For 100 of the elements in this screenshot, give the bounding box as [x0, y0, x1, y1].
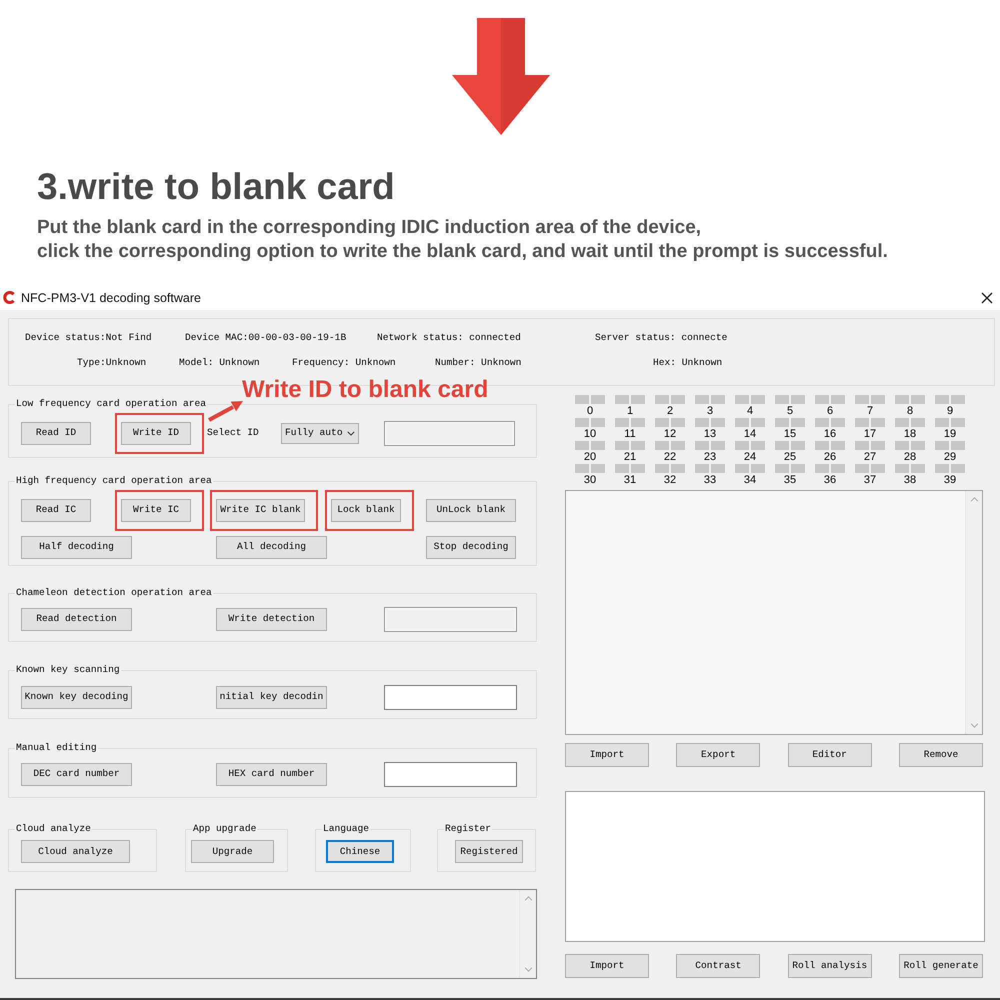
operation-button[interactable]: Read ID: [21, 422, 91, 444]
sector-number: 15: [784, 428, 796, 440]
status-text: Frequency: Unknown: [292, 357, 397, 369]
operation-button[interactable]: Write IC blank: [216, 498, 305, 522]
sector-number: 33: [704, 474, 716, 486]
operation-button[interactable]: Known key decoding: [21, 686, 132, 708]
sector-number: 34: [744, 474, 756, 486]
led-pair-icon: [855, 441, 885, 450]
action-button[interactable]: Upgrade: [191, 840, 274, 863]
led-pair-icon: [695, 418, 725, 427]
status-text: Device MAC:00-00-03-00-19-1B: [185, 332, 348, 344]
section-heading: 3.write to blank card: [37, 165, 395, 209]
sector-number: 29: [944, 451, 956, 463]
sector-number: 1: [626, 405, 634, 417]
list-button[interactable]: Import: [565, 954, 649, 978]
sector-number: 30: [584, 474, 596, 486]
list-button[interactable]: Import: [565, 743, 649, 767]
operation-button[interactable]: Read detection: [21, 608, 132, 630]
dropdown-select[interactable]: Fully auto: [281, 422, 359, 444]
operation-button[interactable]: HEX card number: [216, 762, 327, 786]
led-pair-icon: [655, 464, 685, 473]
sector-number: 4: [746, 405, 754, 417]
action-button[interactable]: Chinese: [326, 840, 394, 863]
list-button[interactable]: Remove: [898, 743, 983, 767]
led-pair-icon: [615, 395, 645, 404]
led-pair-icon: [735, 418, 765, 427]
instruction-text: Put the blank card in the corresponding IDIC induction area of the device,: [37, 216, 702, 240]
led-pair-icon: [575, 418, 605, 427]
led-pair-icon: [655, 441, 685, 450]
list-button[interactable]: Roll analysis: [788, 954, 872, 978]
led-pair-icon: [695, 395, 725, 404]
chevron-down-icon: [524, 967, 532, 972]
led-pair-icon: [935, 464, 965, 473]
sector-number: 2: [666, 405, 674, 417]
sector-number: 25: [784, 451, 796, 463]
led-pair-icon: [695, 441, 725, 450]
led-pair-icon: [775, 395, 805, 404]
operation-button[interactable]: Stop decoding: [426, 536, 516, 558]
close-icon[interactable]: [981, 292, 993, 304]
led-pair-icon: [895, 441, 925, 450]
group-title: High frequency card operation area: [15, 475, 213, 487]
logo-icon: [3, 291, 16, 304]
sector-number: 16: [824, 428, 836, 440]
list-button[interactable]: Editor: [788, 743, 872, 767]
chevron-up-icon: [970, 497, 978, 502]
window-title: NFC-PM3-V1 decoding software: [21, 290, 201, 306]
sector-number: 3: [706, 405, 714, 417]
input-field[interactable]: [384, 762, 517, 786]
sector-number: 7: [866, 405, 874, 417]
operation-button[interactable]: Read IC: [21, 498, 91, 522]
status-text: Number: Unknown: [435, 357, 522, 369]
sector-number: 31: [624, 474, 636, 486]
operation-button[interactable]: DEC card number: [21, 762, 132, 786]
operation-button[interactable]: Write ID: [121, 422, 191, 444]
sector-number: 20: [584, 451, 596, 463]
sector-number: 38: [904, 474, 916, 486]
status-text: Hex: Unknown: [653, 357, 724, 369]
list-button[interactable]: Export: [676, 743, 760, 767]
group-title: Known key scanning: [15, 664, 121, 676]
list-button[interactable]: Roll generate: [898, 954, 983, 978]
led-pair-icon: [815, 441, 845, 450]
led-pair-icon: [655, 418, 685, 427]
group-title: App upgrade: [192, 823, 258, 835]
led-pair-icon: [815, 464, 845, 473]
sector-number: 22: [664, 451, 676, 463]
led-pair-icon: [735, 464, 765, 473]
operation-button[interactable]: Write detection: [216, 608, 327, 630]
status-text: Server status: connecte: [595, 332, 728, 344]
input-field[interactable]: [384, 684, 517, 710]
led-pair-icon: [615, 464, 645, 473]
sector-number: 12: [664, 428, 676, 440]
sector-number: 6: [826, 405, 834, 417]
sector-number: 8: [906, 405, 914, 417]
led-pair-icon: [935, 441, 965, 450]
operation-button[interactable]: UnLock blank: [426, 498, 516, 522]
sector-number: 28: [904, 451, 916, 463]
action-button[interactable]: Registered: [455, 840, 523, 863]
sector-number: 24: [744, 451, 756, 463]
group-title: Cloud analyze: [15, 823, 92, 835]
operation-button[interactable]: Half decoding: [21, 536, 132, 558]
operation-button[interactable]: Lock blank: [331, 498, 401, 522]
sector-number: 18: [904, 428, 916, 440]
sector-number: 32: [664, 474, 676, 486]
led-pair-icon: [575, 395, 605, 404]
list-button[interactable]: Contrast: [676, 954, 760, 978]
operation-button[interactable]: Write IC: [121, 498, 191, 522]
sector-number: 19: [944, 428, 956, 440]
sector-number: 14: [744, 428, 756, 440]
status-text: Network status: connected: [377, 332, 522, 344]
vertical-scrollbar[interactable]: [965, 491, 982, 734]
operation-button[interactable]: nitial key decodin: [216, 686, 327, 708]
led-pair-icon: [655, 395, 685, 404]
led-pair-icon: [735, 441, 765, 450]
action-button[interactable]: Cloud analyze: [21, 840, 130, 863]
led-pair-icon: [775, 464, 805, 473]
sector-number: 36: [824, 474, 836, 486]
sector-number: 39: [944, 474, 956, 486]
led-pair-icon: [615, 418, 645, 427]
operation-button[interactable]: All decoding: [216, 536, 327, 558]
log-text-area[interactable]: [15, 889, 537, 979]
